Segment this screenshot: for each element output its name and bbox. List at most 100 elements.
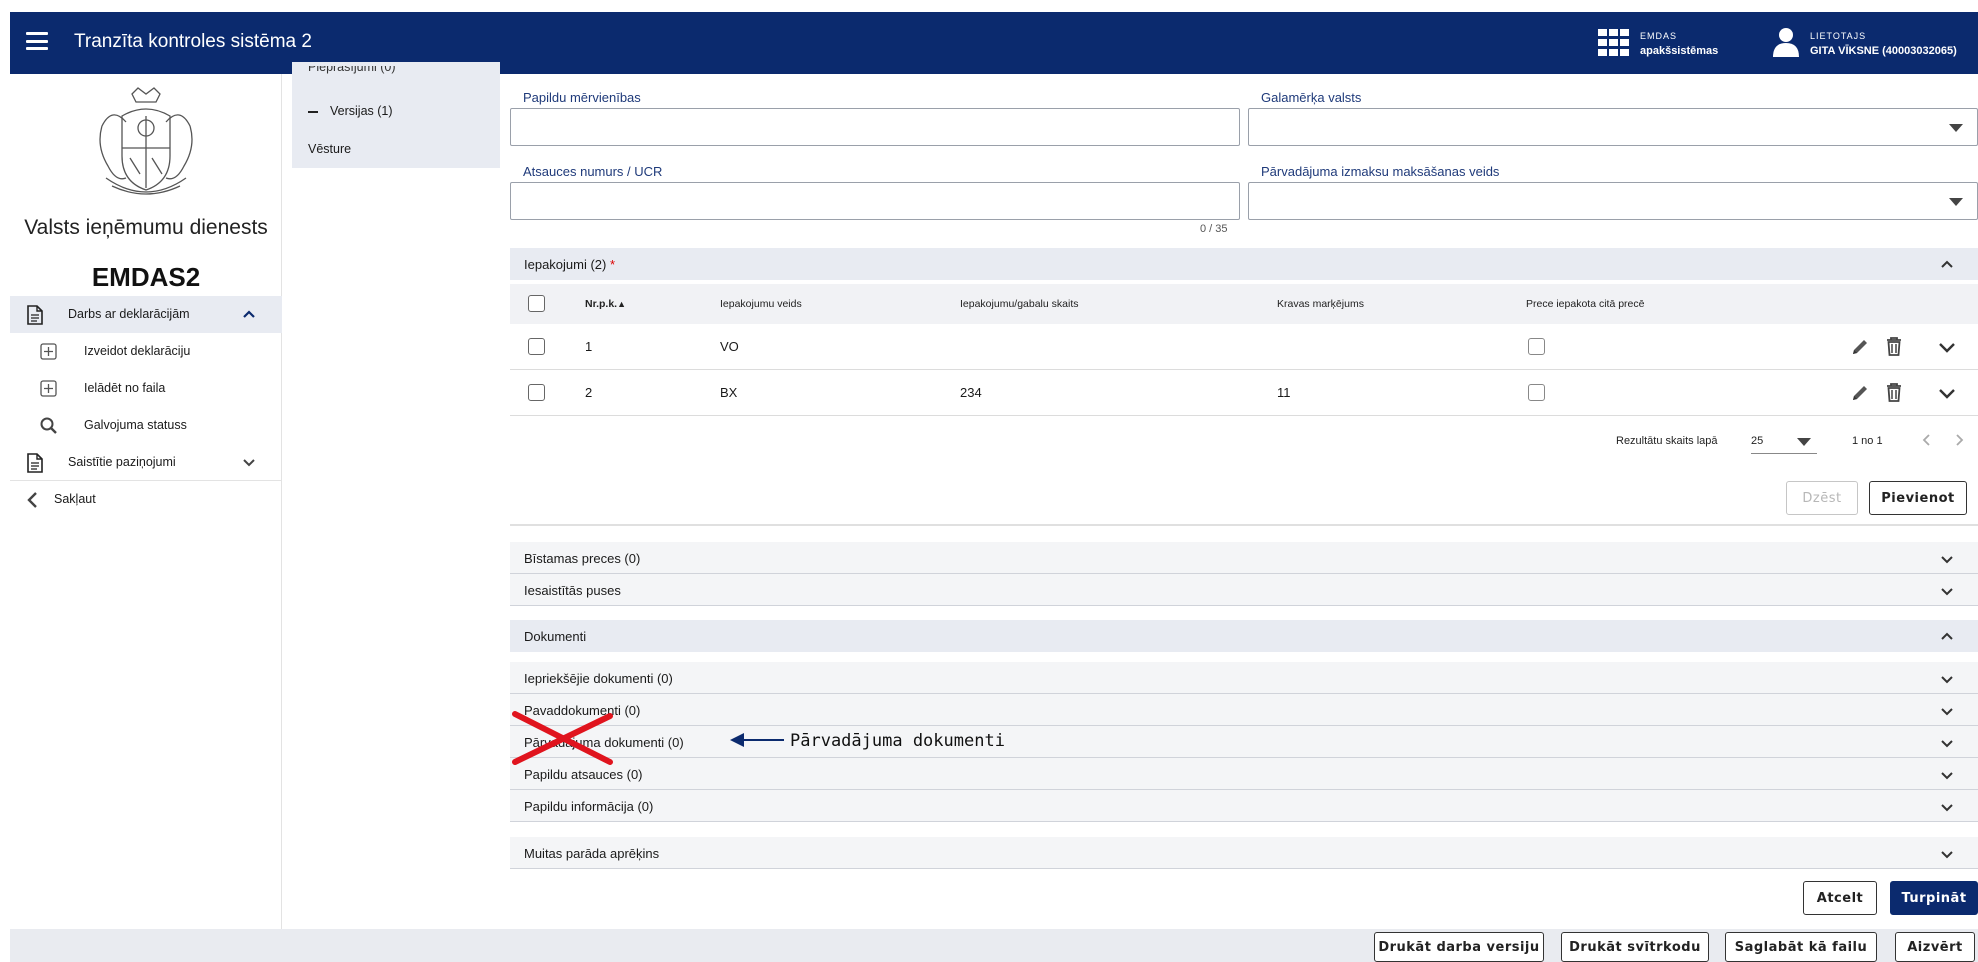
char-counter: 0 / 35 bbox=[1200, 223, 1228, 235]
dropdown-arrow-icon bbox=[1949, 124, 1963, 132]
reference-number-label: Atsauces numurs / UCR bbox=[523, 164, 663, 179]
document-icon bbox=[27, 305, 43, 325]
row-checkbox[interactable] bbox=[528, 338, 545, 355]
chevron-down-icon[interactable] bbox=[1940, 552, 1954, 566]
col-packed-in-other[interactable]: Prece iepakota citā precē bbox=[1526, 298, 1644, 310]
extra-units-label: Papildu mērvienības bbox=[523, 90, 641, 105]
apps-grid-icon[interactable] bbox=[1598, 29, 1632, 57]
cancel-button[interactable]: Atcelt bbox=[1803, 881, 1877, 915]
sidebar-item-load-file[interactable]: Ielādēt no faila bbox=[10, 370, 282, 407]
supporting-documents-section[interactable]: Pavaddokumenti (0) bbox=[510, 694, 1978, 726]
add-box-icon bbox=[40, 380, 57, 397]
print-barcode-button[interactable]: Drukāt svītrkodu bbox=[1561, 932, 1709, 962]
chevron-down-icon[interactable] bbox=[1940, 584, 1954, 598]
chevron-up-icon[interactable] bbox=[1940, 629, 1954, 643]
user-info[interactable]: LIETOTAJS GITA VĪKSNE (40003032065) bbox=[1810, 29, 1957, 59]
user-icon[interactable] bbox=[1772, 27, 1800, 57]
reference-number-input[interactable] bbox=[510, 182, 1240, 220]
extra-units-input[interactable] bbox=[510, 108, 1240, 146]
sidebar-item-label: Ielādēt no faila bbox=[84, 381, 166, 395]
emdas-subsystems-link[interactable]: EMDAS apakšsistēmas bbox=[1640, 29, 1718, 59]
destination-country-select[interactable] bbox=[1248, 108, 1978, 146]
payment-method-select[interactable] bbox=[1248, 182, 1978, 220]
add-package-button[interactable]: Pievienot bbox=[1869, 481, 1967, 515]
collapse-dash-icon bbox=[308, 110, 318, 113]
col-package-count[interactable]: Iepakojumu/gabalu skaits bbox=[960, 298, 1079, 310]
sidebar-item-declarations[interactable]: Darbs ar deklarācijām bbox=[10, 296, 282, 333]
user-name: GITA VĪKSNE (40003032065) bbox=[1810, 45, 1957, 57]
documents-title: Dokumenti bbox=[524, 629, 587, 644]
packed-in-other-checkbox[interactable] bbox=[1528, 338, 1545, 355]
previous-documents-section[interactable]: Iepriekšējie dokumenti (0) bbox=[510, 662, 1978, 694]
dangerous-goods-section[interactable]: Bīstamas preces (0) bbox=[510, 542, 1978, 574]
per-page-select[interactable]: 25 bbox=[1751, 428, 1817, 454]
additional-references-section[interactable]: Papildu atsauces (0) bbox=[510, 758, 1978, 790]
section-title: Muitas parāda aprēķins bbox=[524, 846, 660, 861]
chevron-down-icon[interactable] bbox=[1940, 847, 1954, 861]
payment-method-label: Pārvadājuma izmaksu maksāšanas veids bbox=[1261, 164, 1500, 179]
chevron-left-icon bbox=[27, 492, 37, 508]
sidebar-item-create-declaration[interactable]: Izveidot deklarāciju bbox=[10, 333, 282, 370]
packed-in-other-checkbox[interactable] bbox=[1528, 384, 1545, 401]
col-cargo-marking[interactable]: Kravas marķējums bbox=[1277, 298, 1364, 310]
chevron-down-icon[interactable] bbox=[1940, 672, 1954, 686]
sidebar-collapse[interactable]: Sakļaut bbox=[10, 481, 282, 518]
packages-table-header: Nr.p.k.▲ Iepakojumu veids Iepakojumu/gab… bbox=[510, 284, 1978, 324]
customs-debt-section[interactable]: Muitas parāda aprēķins bbox=[510, 837, 1978, 869]
system-name: EMDAS2 bbox=[91, 262, 201, 292]
per-page-value: 25 bbox=[1751, 435, 1764, 447]
search-icon bbox=[40, 417, 57, 434]
sidebar-item-label: Saistītie paziņojumi bbox=[68, 455, 176, 469]
edit-pencil-icon[interactable] bbox=[1850, 383, 1870, 403]
sidebar-item-linked-notices[interactable]: Saistītie paziņojumi bbox=[10, 444, 282, 481]
expand-chevron-down-icon[interactable] bbox=[1938, 338, 1956, 356]
select-all-checkbox[interactable] bbox=[528, 295, 545, 312]
delete-trash-icon[interactable] bbox=[1885, 336, 1903, 356]
tree-item-history[interactable]: Vēsture bbox=[308, 142, 351, 156]
required-mark: * bbox=[610, 257, 616, 272]
menu-icon[interactable] bbox=[26, 32, 48, 50]
chevron-up-icon[interactable] bbox=[242, 307, 256, 321]
table-row[interactable]: 2 BX 234 11 bbox=[510, 370, 1978, 416]
expand-chevron-down-icon[interactable] bbox=[1938, 384, 1956, 402]
sidebar-item-guarantee-status[interactable]: Galvojuma statuss bbox=[10, 407, 282, 444]
red-cross-mark bbox=[512, 711, 613, 765]
packages-header[interactable]: Iepakojumi (2) * bbox=[510, 248, 1978, 280]
additional-info-section[interactable]: Papildu informācija (0) bbox=[510, 790, 1978, 822]
row-checkbox[interactable] bbox=[528, 384, 545, 401]
col-nr[interactable]: Nr.p.k.▲ bbox=[585, 298, 626, 310]
destination-country-label: Galamērķa valsts bbox=[1261, 90, 1362, 105]
chevron-down-icon[interactable] bbox=[242, 455, 256, 469]
annotation-label: Pārvadājuma dokumenti bbox=[790, 731, 1005, 751]
chevron-up-icon[interactable] bbox=[1940, 257, 1954, 271]
print-draft-button[interactable]: Drukāt darba versiju bbox=[1374, 932, 1544, 962]
section-title: Papildu informācija (0) bbox=[524, 799, 654, 814]
tree-item-versions[interactable]: Versijas (1) bbox=[308, 104, 393, 118]
continue-button[interactable]: Turpināt bbox=[1890, 881, 1978, 915]
next-page-icon[interactable] bbox=[1952, 433, 1966, 447]
edit-pencil-icon[interactable] bbox=[1850, 337, 1870, 357]
chevron-down-icon[interactable] bbox=[1940, 800, 1954, 814]
delete-trash-icon[interactable] bbox=[1885, 382, 1903, 402]
sidebar-item-label: Sakļaut bbox=[54, 492, 96, 506]
table-row[interactable]: 1 VO bbox=[510, 324, 1978, 370]
chevron-down-icon[interactable] bbox=[1940, 736, 1954, 750]
col-package-type[interactable]: Iepakojumu veids bbox=[720, 298, 802, 310]
sidebar-item-label: Darbs ar deklarācijām bbox=[68, 307, 190, 321]
section-title: Iesaistītās puses bbox=[524, 583, 621, 598]
left-sidebar: Valsts ieņēmumu dienests EMDAS2 Darbs ar… bbox=[10, 74, 282, 929]
delete-button[interactable]: Dzēst bbox=[1786, 481, 1858, 515]
sidebar-menu: Darbs ar deklarācijām Izveidot deklarāci… bbox=[10, 296, 282, 518]
involved-parties-section[interactable]: Iesaistītās puses bbox=[510, 574, 1978, 606]
prev-page-icon[interactable] bbox=[1920, 433, 1934, 447]
chevron-down-icon[interactable] bbox=[1940, 704, 1954, 718]
documents-header[interactable]: Dokumenti bbox=[510, 620, 1978, 652]
app-title: Tranzīta kontroles sistēma 2 bbox=[74, 31, 312, 52]
section-title: Bīstamas preces (0) bbox=[524, 551, 641, 566]
chevron-down-icon[interactable] bbox=[1940, 768, 1954, 782]
tree-item-requests[interactable]: Pieprasījumi (0) bbox=[308, 66, 396, 76]
save-as-file-button[interactable]: Saglabāt kā failu bbox=[1725, 932, 1877, 962]
versions-label: Versijas (1) bbox=[330, 104, 393, 118]
cell-marking: 11 bbox=[1277, 385, 1291, 400]
close-button[interactable]: Aizvērt bbox=[1895, 932, 1975, 962]
